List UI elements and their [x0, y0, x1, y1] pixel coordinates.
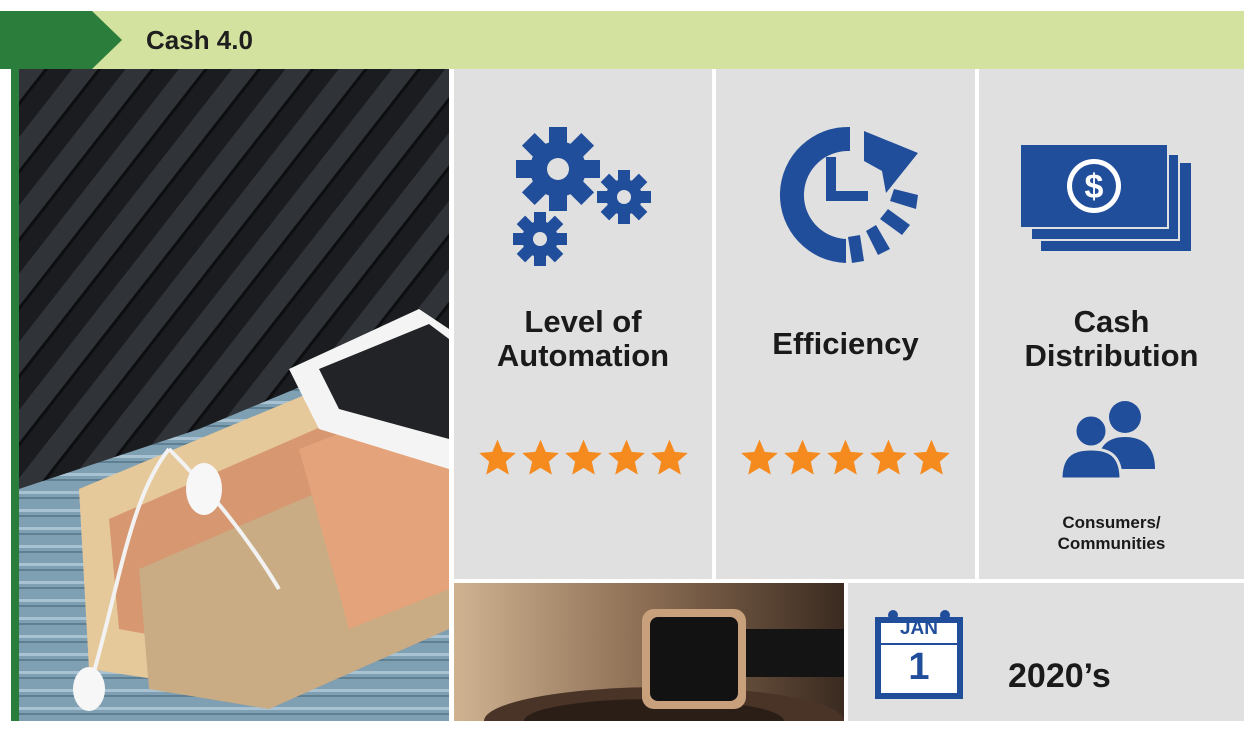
cash-distribution-panel: $ Cash Distribution Consumers/ Communiti… [979, 69, 1244, 579]
era-label: 2020’s [1008, 657, 1111, 695]
efficiency-rating [716, 438, 975, 478]
wallet-photo [19, 69, 449, 721]
calendar-day: 1 [908, 646, 930, 688]
star-icon [607, 439, 645, 475]
star-icon [870, 439, 907, 475]
smartwatch-photo [454, 583, 844, 721]
star-icon [521, 439, 559, 475]
people-icon [1059, 401, 1155, 479]
automation-rating [454, 438, 712, 478]
cash-distribution-label-line-2: Distribution [1024, 338, 1199, 373]
star-icon [478, 439, 516, 475]
page-title: Cash 4.0 [146, 25, 253, 55]
automation-panel: Level of Automation [454, 69, 712, 579]
cash-distribution-label-line-1: Cash [1073, 304, 1150, 339]
audience-label-line-2: Communities [1057, 534, 1166, 553]
clock-refresh-icon [779, 126, 918, 263]
star-icon [741, 439, 778, 475]
svg-text:$: $ [1085, 168, 1104, 206]
era-panel: JAN 1 2020’s [848, 583, 1244, 721]
cash-distribution-label: Cash Distribution [979, 305, 1244, 373]
money-stack-icon: $ [1019, 143, 1191, 251]
efficiency-label: Efficiency [772, 326, 919, 361]
calendar-month: JAN [899, 618, 938, 639]
audience-label: Consumers/ Communities [979, 512, 1244, 554]
audience-label-line-1: Consumers/ [1062, 513, 1161, 532]
star-icon [564, 439, 602, 475]
left-accent-rule [11, 69, 19, 721]
star-icon [784, 439, 821, 475]
automation-label-line-2: Automation [496, 338, 670, 373]
automation-label-line-1: Level of [524, 304, 642, 339]
star-icon [650, 439, 688, 475]
header-arrow-icon [0, 11, 122, 69]
efficiency-panel: Efficiency [716, 69, 975, 579]
gears-icon [513, 127, 651, 266]
star-icon [827, 439, 864, 475]
automation-label: Level of Automation [454, 305, 712, 373]
star-icon [913, 439, 950, 475]
